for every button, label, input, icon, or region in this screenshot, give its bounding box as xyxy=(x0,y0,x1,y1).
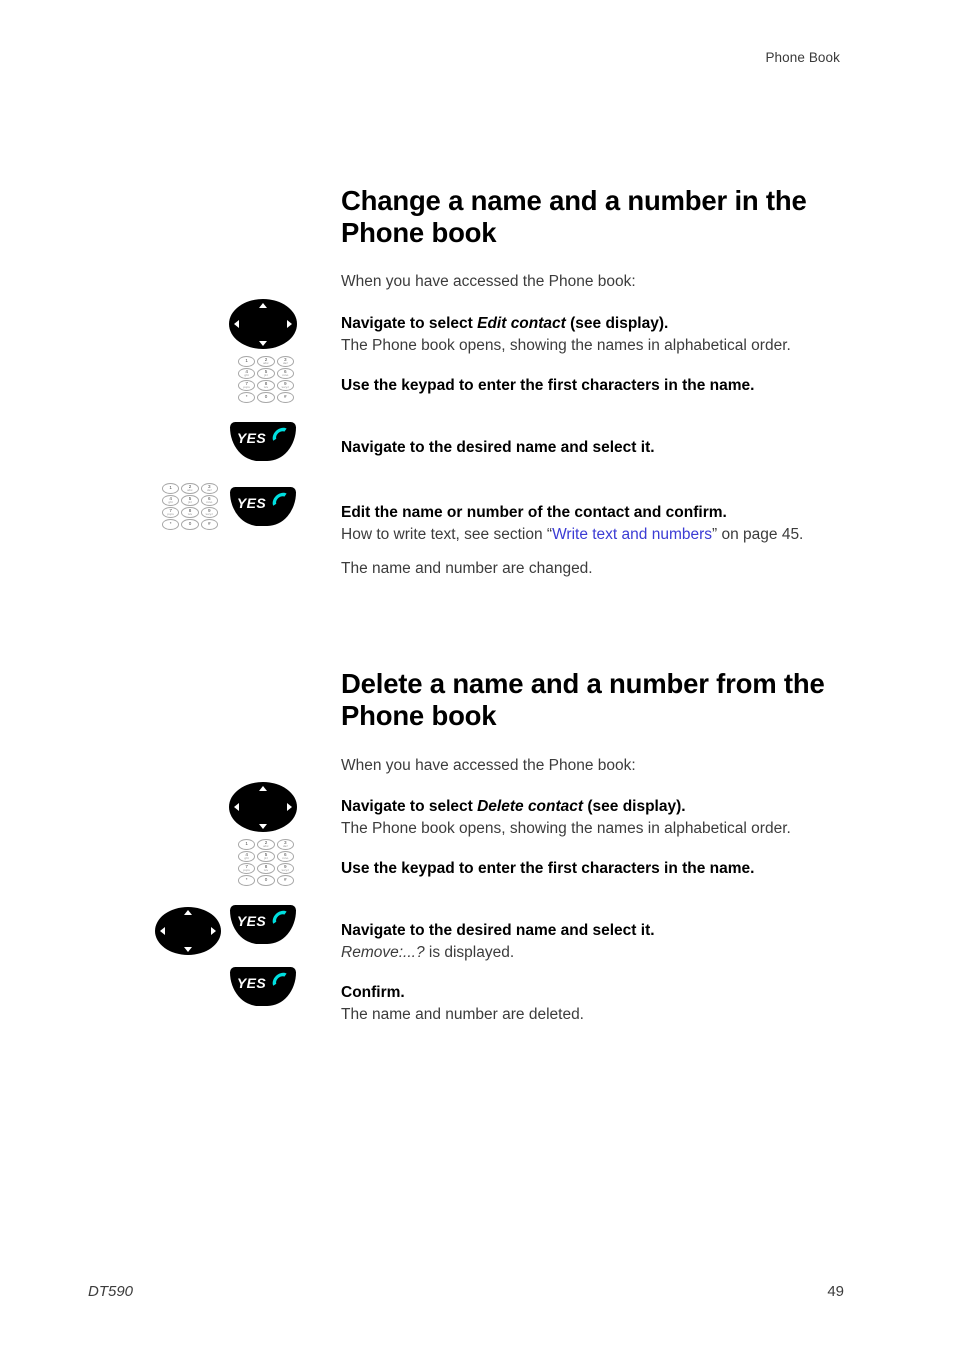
lead-emphasis: Edit contact xyxy=(477,315,566,332)
keypad-key[interactable]: 1 xyxy=(162,483,180,494)
keypad-key[interactable]: 5 jkl xyxy=(181,495,199,506)
phone-handset-icon xyxy=(270,492,289,514)
page-title: Change a name and a number in the Phone … xyxy=(341,185,807,248)
keypad-key[interactable]: 3 def xyxy=(276,356,294,367)
keypad-icon[interactable]: 1 2 abc 3 def 4 ghi 5 jkl 6 mno 7 pqrs 8 tuv 9w… xyxy=(238,839,294,886)
step-lead: Navigate to the desired name and select … xyxy=(341,922,655,939)
keypad-key[interactable]: 7 pqrs xyxy=(238,863,256,874)
keypad-key[interactable]: 1 xyxy=(238,839,256,850)
yes-label: YES xyxy=(236,430,267,446)
navigation-key-icon[interactable] xyxy=(229,299,297,349)
keypad-key[interactable]: 9 wxyz xyxy=(276,380,294,391)
keypad-key[interactable]: 4 ghi xyxy=(238,368,256,379)
keypad-key[interactable]: 6 mno xyxy=(276,851,294,862)
yes-key-icon[interactable]: YES xyxy=(230,905,296,944)
footer-document-id: DT590 xyxy=(88,1283,134,1300)
keypad-key[interactable]: 9 wxyz xyxy=(200,507,218,518)
keypad-key[interactable]: 4 ghi xyxy=(162,495,180,506)
step-subtext: How to write text, see section “Write te… xyxy=(341,524,856,546)
subtext-emphasis: Remove:...? xyxy=(341,943,425,961)
step-subtext: The name and number are deleted. xyxy=(341,1005,584,1023)
section-intro: When you have accessed the Phone book: xyxy=(341,273,636,290)
step-text: Use the keypad to enter the first charac… xyxy=(341,375,856,397)
lead-emphasis: Delete contact xyxy=(477,798,584,815)
keypad-key[interactable]: * xyxy=(238,392,256,403)
keypad-grid[interactable]: 1 2 abc 3 def 4 ghi 5 jkl 6 mno 7 pqrs 8 tuv 9w… xyxy=(238,356,294,403)
keypad-key[interactable]: 8 tuv xyxy=(181,507,199,518)
yes-key-icon[interactable]: YES xyxy=(230,422,296,461)
yes-label: YES xyxy=(236,975,267,991)
phone-handset-icon xyxy=(270,972,289,994)
keypad-key[interactable]: * xyxy=(162,519,180,530)
step-lead: Navigate to select Delete contact (see d… xyxy=(341,796,856,818)
yes-label: YES xyxy=(236,495,267,511)
step-subtext: Remove:...? is displayed. xyxy=(341,942,856,964)
keypad-key[interactable]: 2 abc xyxy=(181,483,199,494)
step-text: Confirm. The name and number are deleted… xyxy=(341,982,856,1025)
yes-key-icon[interactable]: YES xyxy=(230,487,296,526)
step-lead: Navigate to select Edit contact (see dis… xyxy=(341,313,856,335)
step-lead: Confirm. xyxy=(341,984,405,1001)
yes-key-icon[interactable]: YES xyxy=(230,967,296,1006)
lead-suffix: (see display). xyxy=(565,315,669,332)
keypad-key[interactable]: # xyxy=(276,875,294,886)
keypad-key[interactable]: 3 def xyxy=(200,483,218,494)
step-lead: Use the keypad to enter the first charac… xyxy=(341,860,755,877)
keypad-key[interactable]: 6 mno xyxy=(276,368,294,379)
keypad-key[interactable]: 3 def xyxy=(276,839,294,850)
navigation-key-icon[interactable] xyxy=(229,782,297,832)
cross-reference-link[interactable]: Write text and numbers xyxy=(552,526,712,543)
keypad-icon[interactable]: 1 2 abc 3 def 4 ghi 5 jkl 6 mno 7 pqrs 8 tuv 9w… xyxy=(238,356,294,403)
keypad-key[interactable]: 5 jkl xyxy=(257,851,275,862)
footer-page-number: 49 xyxy=(827,1283,844,1300)
keypad-key[interactable]: # xyxy=(276,392,294,403)
step-text: Use the keypad to enter the first charac… xyxy=(341,858,856,880)
step-result-text: The name and number are changed. xyxy=(341,560,593,577)
running-header: Phone Book xyxy=(765,50,840,65)
keypad-key[interactable]: 7 pqrs xyxy=(162,507,180,518)
page-title: Delete a name and a number from the Phon… xyxy=(341,668,825,731)
keypad-key[interactable]: 0 xyxy=(181,519,199,530)
keypad-key[interactable]: 0 xyxy=(257,875,275,886)
keypad-key[interactable]: 7 pqrs xyxy=(238,380,256,391)
keypad-key[interactable]: # xyxy=(200,519,218,530)
keypad-key[interactable]: 5 jkl xyxy=(257,368,275,379)
step-text: Navigate to the desired name and select … xyxy=(341,920,856,963)
keypad-key[interactable]: 6 mno xyxy=(200,495,218,506)
subtext-prefix: How to write text, see section “ xyxy=(341,525,553,543)
lead-suffix: (see display). xyxy=(583,798,686,815)
keypad-key[interactable]: 4 ghi xyxy=(238,851,256,862)
step-lead: Edit the name or number of the contact a… xyxy=(341,504,727,521)
step-subtext: The Phone book opens, showing the names … xyxy=(341,336,791,354)
keypad-key[interactable]: 8 tuv xyxy=(257,863,275,874)
step-subtext: The Phone book opens, showing the names … xyxy=(341,819,791,837)
keypad-key[interactable]: 9 wxyz xyxy=(276,863,294,874)
keypad-key[interactable]: 1 xyxy=(238,356,256,367)
step-text: Navigate to the desired name and select … xyxy=(341,437,856,459)
lead-prefix: Navigate to select xyxy=(341,315,478,332)
keypad-key[interactable]: 2 abc xyxy=(257,839,275,850)
phone-handset-icon xyxy=(270,427,289,449)
step-text: Navigate to select Delete contact (see d… xyxy=(341,796,856,839)
phone-handset-icon xyxy=(270,910,289,932)
subtext-suffix: ” on page 45. xyxy=(712,525,804,543)
keypad-key[interactable]: 8 tuv xyxy=(257,380,275,391)
keypad-key[interactable]: * xyxy=(238,875,256,886)
subtext-suffix: is displayed. xyxy=(424,943,515,961)
step-text: Edit the name or number of the contact a… xyxy=(341,502,856,580)
step-lead: Use the keypad to enter the first charac… xyxy=(341,377,755,394)
keypad-key[interactable]: 0 xyxy=(257,392,275,403)
keypad-grid[interactable]: 1 2 abc 3 def 4 ghi 5 jkl 6 mno 7 pqrs 8 tuv 9w… xyxy=(162,483,218,530)
step-lead: Navigate to the desired name and select … xyxy=(341,439,655,456)
keypad-key[interactable]: 2 abc xyxy=(257,356,275,367)
yes-label: YES xyxy=(236,913,267,929)
keypad-grid[interactable]: 1 2 abc 3 def 4 ghi 5 jkl 6 mno 7 pqrs 8 tuv 9w… xyxy=(238,839,294,886)
step-text: Navigate to select Edit contact (see dis… xyxy=(341,313,856,356)
section-intro: When you have accessed the Phone book: xyxy=(341,757,636,774)
lead-prefix: Navigate to select xyxy=(341,798,478,815)
keypad-icon[interactable]: 1 2 abc 3 def 4 ghi 5 jkl 6 mno 7 pqrs 8 tuv 9w… xyxy=(162,483,218,530)
navigation-key-icon[interactable] xyxy=(155,907,221,955)
